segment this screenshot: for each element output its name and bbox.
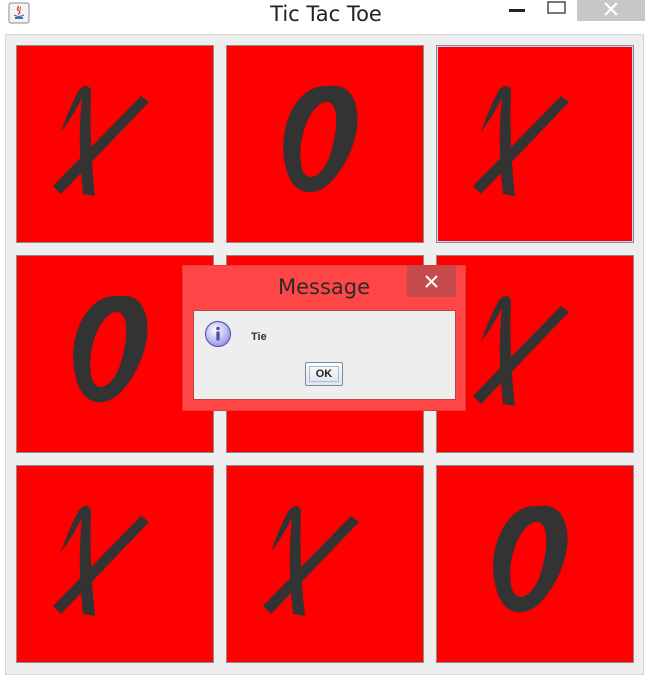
board-cell-1-2[interactable]	[226, 45, 424, 243]
app-window: Tic Tac Toe Message Tie OK	[0, 0, 652, 682]
maximize-button[interactable]	[537, 0, 577, 21]
ok-button[interactable]: OK	[305, 362, 343, 386]
message-dialog: Message Tie OK	[182, 265, 466, 411]
ok-button-label: OK	[315, 368, 333, 380]
minimize-button[interactable]	[497, 0, 537, 21]
info-icon	[204, 320, 232, 348]
dialog-content: Tie OK	[193, 310, 456, 400]
board-cell-1-1[interactable]	[16, 45, 214, 243]
title-bar: Tic Tac Toe	[0, 0, 652, 32]
dialog-message: Tie	[251, 331, 267, 343]
o-mark	[283, 85, 358, 193]
board-cell-3-1[interactable]	[16, 465, 214, 663]
o-mark	[493, 505, 568, 613]
board-cell-1-3[interactable]	[436, 45, 634, 243]
dialog-close-button[interactable]	[407, 266, 456, 297]
board-cell-3-3[interactable]	[436, 465, 634, 663]
x-mark	[53, 86, 149, 196]
x-mark	[473, 86, 569, 196]
close-window-button[interactable]	[577, 0, 645, 21]
board-cell-3-2[interactable]	[226, 465, 424, 663]
x-mark	[53, 506, 149, 616]
x-mark	[473, 296, 569, 406]
x-mark	[263, 506, 359, 616]
